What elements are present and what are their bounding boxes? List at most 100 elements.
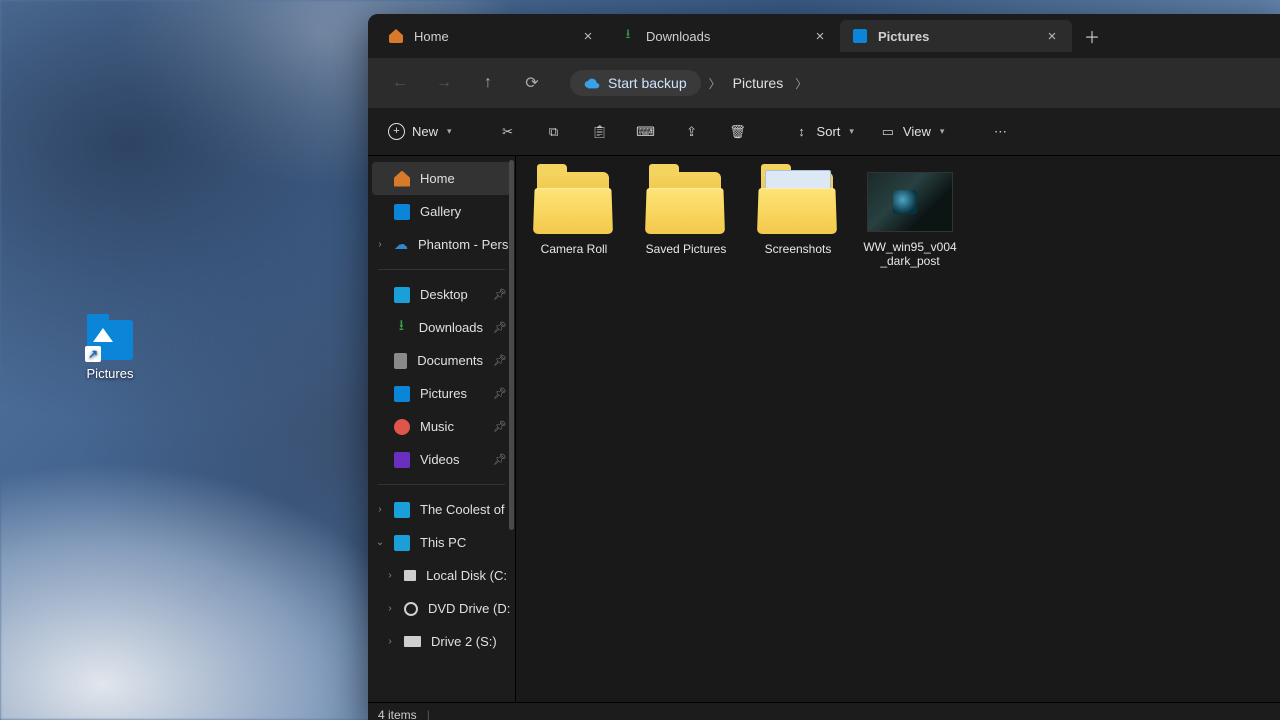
- cloud-icon: ☁: [394, 237, 408, 253]
- view-icon: ▭: [880, 124, 896, 140]
- pin-icon[interactable]: 📌︎: [493, 288, 507, 301]
- tab-home[interactable]: Home ×: [376, 20, 608, 52]
- sidebar-item-videos[interactable]: Videos 📌︎: [368, 443, 515, 476]
- sidebar-item-label: DVD Drive (D:: [428, 601, 510, 616]
- chevron-right-icon[interactable]: ›: [374, 239, 386, 250]
- chevron-right-icon[interactable]: ›: [384, 636, 396, 647]
- tab-pictures[interactable]: Pictures ×: [840, 20, 1072, 52]
- chevron-right-icon[interactable]: 〉: [709, 75, 721, 92]
- sidebar-item-label: Home: [420, 171, 455, 186]
- sidebar-item-label: Drive 2 (S:): [431, 634, 497, 649]
- close-icon[interactable]: ×: [576, 24, 600, 48]
- folder-camera-roll[interactable]: Camera Roll: [526, 172, 622, 268]
- sidebar-item-music[interactable]: Music 📌︎: [368, 410, 515, 443]
- refresh-button[interactable]: ⟳: [512, 65, 552, 101]
- breadcrumb: Start backup 〉 Pictures 〉: [570, 70, 807, 96]
- sidebar-item-pictures[interactable]: Pictures 📌︎: [368, 377, 515, 410]
- chevron-right-icon[interactable]: ›: [374, 504, 386, 515]
- chevron-down-icon: ▾: [447, 126, 452, 137]
- desktop-shortcut-pictures[interactable]: ↗ Pictures: [70, 320, 150, 381]
- sidebar-item-home[interactable]: Home: [372, 162, 511, 195]
- pin-icon[interactable]: 📌︎: [493, 387, 507, 400]
- pin-icon[interactable]: 📌︎: [493, 321, 507, 334]
- chevron-right-icon[interactable]: 〉: [795, 75, 807, 92]
- status-divider: |: [427, 708, 430, 720]
- sidebar-item-this-pc[interactable]: ⌄ This PC: [368, 526, 515, 559]
- tab-downloads[interactable]: ⭳ Downloads ×: [608, 20, 840, 52]
- delete-button[interactable]: 🗑︎: [718, 115, 758, 149]
- view-label: View: [903, 124, 931, 139]
- sidebar-item-local-disk[interactable]: › Local Disk (C:: [368, 559, 515, 592]
- close-icon[interactable]: ×: [808, 24, 832, 48]
- content-pane[interactable]: Camera Roll Saved Pictures Screenshots W…: [516, 156, 1280, 702]
- sidebar-item-dvd-drive[interactable]: › DVD Drive (D:: [368, 592, 515, 625]
- sidebar-item-desktop[interactable]: Desktop 📌︎: [368, 278, 515, 311]
- music-icon: [394, 419, 410, 435]
- sidebar-item-label: Gallery: [420, 204, 461, 219]
- sort-button[interactable]: ↕ Sort ▾: [784, 115, 864, 149]
- rename-icon: ⌨: [638, 124, 654, 140]
- sidebar-item-label: Pictures: [420, 386, 467, 401]
- status-bar: 4 items |: [368, 702, 1280, 720]
- tab-label: Downloads: [646, 29, 710, 44]
- home-icon: [394, 171, 410, 187]
- new-button[interactable]: + New ▾: [378, 115, 462, 149]
- pin-icon[interactable]: 📌︎: [493, 354, 507, 367]
- sidebar-separator: [378, 484, 505, 485]
- chevron-down-icon: ▾: [849, 126, 854, 137]
- folder-screenshots[interactable]: Screenshots: [750, 172, 846, 268]
- body-area: Home Gallery › ☁ Phantom - Pers Desktop …: [368, 156, 1280, 702]
- share-button[interactable]: ⇪: [672, 115, 712, 149]
- sidebar-item-label: Phantom - Pers: [418, 237, 508, 252]
- folder-icon: [645, 172, 727, 234]
- ellipsis-icon: ⋯: [992, 124, 1008, 140]
- new-tab-button[interactable]: ＋: [1072, 20, 1112, 52]
- chevron-right-icon[interactable]: ›: [384, 570, 396, 581]
- up-button[interactable]: ↑: [468, 65, 508, 101]
- chevron-down-icon[interactable]: ⌄: [374, 537, 386, 548]
- sidebar-item-gallery[interactable]: Gallery: [368, 195, 515, 228]
- pin-icon[interactable]: 📌︎: [493, 420, 507, 433]
- sidebar-item-label: This PC: [420, 535, 466, 550]
- view-button[interactable]: ▭ View ▾: [870, 115, 954, 149]
- copy-button[interactable]: ⧉: [534, 115, 574, 149]
- sidebar-item-drive2[interactable]: › Drive 2 (S:): [368, 625, 515, 658]
- close-icon[interactable]: ×: [1040, 24, 1064, 48]
- chevron-right-icon[interactable]: ›: [384, 603, 396, 614]
- new-label: New: [412, 124, 438, 139]
- rename-button[interactable]: ⌨: [626, 115, 666, 149]
- cut-button[interactable]: ✂: [488, 115, 528, 149]
- chevron-down-icon: ▾: [940, 126, 945, 137]
- pc-icon: [394, 502, 410, 518]
- paste-button[interactable]: 📋︎: [580, 115, 620, 149]
- folder-saved-pictures[interactable]: Saved Pictures: [638, 172, 734, 268]
- sidebar-item-documents[interactable]: Documents 📌︎: [368, 344, 515, 377]
- image-ww-win95[interactable]: WW_win95_v004_dark_post: [862, 172, 958, 268]
- sidebar-scrollbar[interactable]: [509, 160, 514, 530]
- pin-icon[interactable]: 📌︎: [493, 453, 507, 466]
- image-thumbnail: [867, 172, 953, 232]
- sidebar-item-label: The Coolest of: [420, 502, 505, 517]
- forward-button[interactable]: →: [424, 65, 464, 101]
- item-count: 4 items: [378, 708, 417, 720]
- copy-icon: ⧉: [546, 124, 562, 140]
- start-backup-button[interactable]: Start backup: [570, 70, 701, 96]
- cut-icon: ✂: [500, 124, 516, 140]
- sidebar-separator: [378, 269, 505, 270]
- gallery-icon: [394, 204, 410, 220]
- sidebar-item-downloads[interactable]: ⭳ Downloads 📌︎: [368, 311, 515, 344]
- desktop-shortcut-label: Pictures: [87, 366, 134, 381]
- sort-label: Sort: [817, 124, 841, 139]
- toolbar: + New ▾ ✂ ⧉ 📋︎ ⌨ ⇪ 🗑︎ ↕ Sort ▾ ▭ View ▾ …: [368, 108, 1280, 156]
- back-button[interactable]: ←: [380, 65, 420, 101]
- sidebar-item-onedrive[interactable]: › ☁ Phantom - Pers: [368, 228, 515, 261]
- sidebar-item-coolest[interactable]: › The Coolest of: [368, 493, 515, 526]
- download-icon: ⭳: [394, 320, 409, 336]
- paste-icon: 📋︎: [592, 124, 608, 140]
- more-button[interactable]: ⋯: [980, 115, 1020, 149]
- picture-icon: [394, 386, 410, 402]
- folder-icon: [533, 172, 615, 234]
- breadcrumb-current[interactable]: Pictures: [729, 71, 788, 95]
- nav-bar: ← → ↑ ⟳ Start backup 〉 Pictures 〉: [368, 58, 1280, 108]
- picture-icon: [852, 28, 868, 44]
